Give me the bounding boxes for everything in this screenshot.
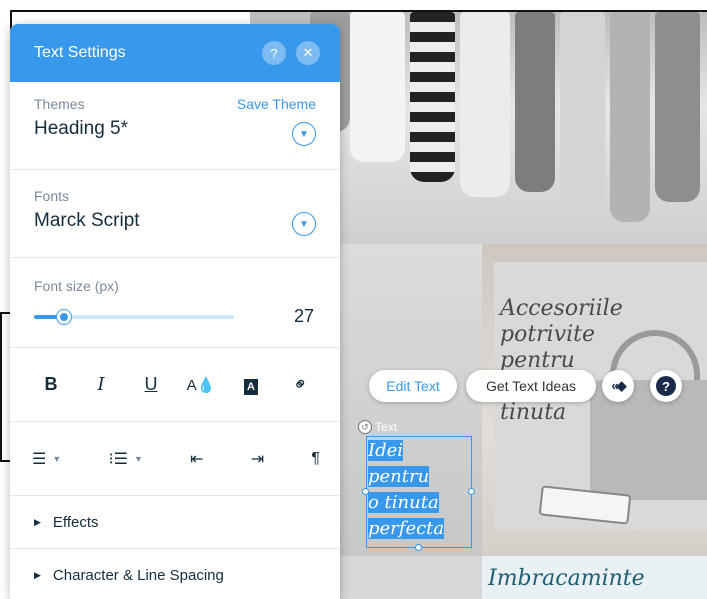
edit-text-button[interactable]: Edit Text — [369, 370, 457, 402]
help-icon: ? — [656, 376, 676, 396]
spacing-section[interactable]: ▶ Character & Line Spacing — [10, 549, 340, 599]
resize-handle-bottom[interactable] — [415, 544, 422, 551]
text-color-letter: A — [186, 376, 197, 394]
save-theme-link[interactable]: Save Theme — [237, 96, 316, 112]
animation-button[interactable]: «◆ — [602, 370, 634, 402]
bullets-button[interactable]: ⁝☰ ▼ — [109, 449, 143, 469]
align-left-icon: ☰ — [32, 450, 47, 468]
link-icon[interactable]: ⚭ — [283, 366, 319, 402]
get-text-ideas-button[interactable]: Get Text Ideas — [466, 370, 596, 402]
bullet-list-icon: ⁝☰ — [108, 450, 128, 468]
font-size-label: Font size (px) — [34, 278, 119, 294]
text-direction-button[interactable]: ¶ — [311, 450, 320, 468]
increase-indent-button[interactable]: ⇥ — [251, 449, 264, 469]
font-value[interactable]: Marck Script — [34, 210, 316, 232]
chevron-down-icon: ▼ — [133, 453, 143, 464]
text-format-section: B I U A💧 A ⚭ — [10, 348, 340, 422]
italic-button[interactable]: I — [86, 374, 116, 395]
text-color-button[interactable]: A💧 — [186, 376, 216, 394]
toolbar-help-button[interactable]: ? — [650, 370, 682, 402]
font-dropdown-chevron-icon[interactable]: ▼ — [292, 212, 316, 236]
font-size-value[interactable]: 27 — [294, 306, 314, 327]
color-drop-icon: 💧 — [196, 376, 216, 394]
resize-handle-right[interactable] — [468, 488, 475, 495]
selected-element-tag: ↺ Text — [358, 420, 397, 434]
resize-handle-left[interactable] — [362, 488, 369, 495]
highlight-button[interactable]: A — [236, 374, 266, 395]
spacing-label: Character & Line Spacing — [52, 566, 224, 584]
selected-text-content[interactable]: Idei pentru o tinuta perfecta — [368, 438, 470, 542]
chevron-down-icon: ▼ — [52, 453, 62, 464]
theme-value[interactable]: Heading 5* — [34, 118, 316, 140]
theme-dropdown-chevron-icon[interactable]: ▼ — [292, 122, 316, 146]
effects-section[interactable]: ▶ Effects — [10, 496, 340, 549]
selected-element-label: Text — [375, 420, 398, 434]
font-size-section: Font size (px) 27 — [10, 258, 340, 348]
themes-section: Themes Save Theme Heading 5* ▼ — [10, 82, 340, 170]
animation-icon: «◆ — [611, 378, 626, 393]
rotate-icon[interactable]: ↺ — [358, 420, 372, 434]
text-align-button[interactable]: ☰ ▼ — [32, 449, 61, 469]
underline-button[interactable]: U — [136, 374, 166, 395]
selected-text-line: pentru — [368, 466, 430, 487]
fonts-section: Fonts Marck Script ▼ — [10, 170, 340, 258]
indent-icon: ⇥ — [250, 450, 265, 468]
expand-triangle-icon: ▶ — [34, 569, 41, 580]
decrease-indent-button[interactable]: ⇤ — [190, 449, 203, 469]
fonts-label: Fonts — [34, 188, 70, 204]
expand-triangle-icon: ▶ — [34, 516, 41, 527]
panel-title: Text Settings — [34, 44, 126, 61]
font-size-slider[interactable] — [34, 310, 234, 324]
font-size-slider-handle[interactable] — [57, 310, 71, 324]
text-direction-icon: ¶ — [311, 449, 320, 467]
text-settings-panel: Text Settings ? ✕ Themes Save Theme Head… — [10, 24, 340, 599]
outdent-icon: ⇤ — [190, 450, 204, 468]
selected-text-line: Idei — [368, 440, 404, 461]
bold-button[interactable]: B — [36, 374, 66, 395]
panel-help-button[interactable]: ? — [262, 41, 286, 65]
effects-label: Effects — [52, 513, 99, 531]
alignment-section: ☰ ▼ ⁝☰ ▼ ⇤ ⇥ ¶ — [10, 422, 340, 496]
highlight-icon: A — [244, 379, 258, 395]
panel-header: Text Settings ? ✕ — [10, 24, 340, 82]
selected-text-line: perfecta — [368, 518, 445, 539]
panel-close-button[interactable]: ✕ — [296, 41, 320, 65]
selected-text-line: o tinuta — [368, 492, 439, 513]
